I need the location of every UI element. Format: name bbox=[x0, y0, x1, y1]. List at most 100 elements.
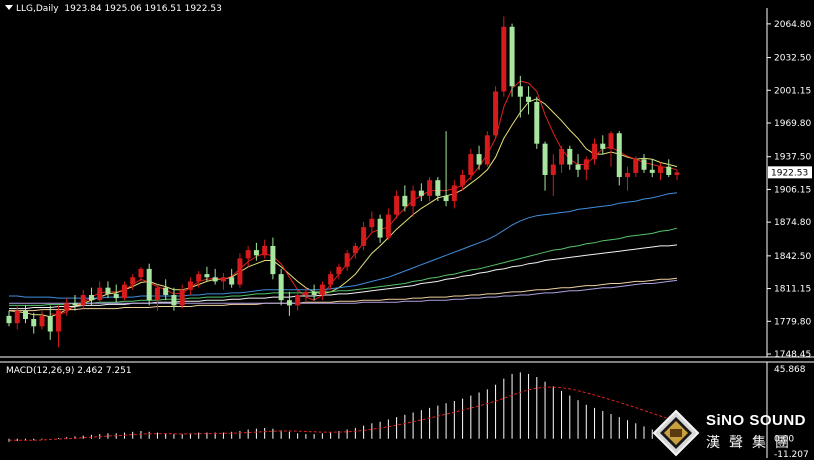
candle-body[interactable] bbox=[229, 277, 235, 285]
price-tick-label: 1842.50 bbox=[774, 252, 811, 262]
candle-body[interactable] bbox=[72, 303, 78, 306]
candle-body[interactable] bbox=[295, 294, 301, 306]
candle-body[interactable] bbox=[47, 315, 53, 332]
candle-body[interactable] bbox=[22, 310, 28, 319]
candle-body[interactable] bbox=[600, 143, 606, 149]
candle-body[interactable] bbox=[311, 291, 317, 295]
candle-body[interactable] bbox=[592, 143, 598, 160]
candle-body[interactable] bbox=[154, 287, 160, 301]
candle-body[interactable] bbox=[517, 86, 523, 97]
candle-body[interactable] bbox=[39, 315, 45, 327]
candle-body[interactable] bbox=[55, 310, 61, 332]
candle-body[interactable] bbox=[633, 159, 639, 173]
candle-body[interactable] bbox=[534, 101, 540, 144]
candle-body[interactable] bbox=[394, 195, 400, 215]
candle-body[interactable] bbox=[328, 274, 334, 285]
candle-body[interactable] bbox=[559, 148, 565, 165]
candle-body[interactable] bbox=[402, 195, 408, 207]
price-tick-label: 2064.80 bbox=[774, 20, 811, 30]
candle-body[interactable] bbox=[460, 174, 466, 186]
candle-body[interactable] bbox=[641, 159, 647, 170]
candle-body[interactable] bbox=[509, 26, 515, 87]
candle-body[interactable] bbox=[666, 166, 672, 175]
candle-body[interactable] bbox=[427, 180, 433, 196]
candle-body[interactable] bbox=[583, 159, 589, 170]
candle-body[interactable] bbox=[418, 190, 424, 196]
candle-body[interactable] bbox=[237, 258, 243, 285]
macd-tick-label: 45.868 bbox=[774, 365, 806, 375]
price-tick-label: 1748.45 bbox=[774, 350, 811, 360]
candle-body[interactable] bbox=[245, 250, 251, 259]
candle-body[interactable] bbox=[501, 26, 507, 92]
candle-body[interactable] bbox=[121, 284, 127, 299]
candle-body[interactable] bbox=[113, 293, 119, 299]
candle-body[interactable] bbox=[88, 294, 94, 301]
candle-body[interactable] bbox=[146, 268, 152, 301]
candle-body[interactable] bbox=[468, 154, 474, 175]
price-tick-label: 1969.80 bbox=[774, 119, 811, 129]
candle-body[interactable] bbox=[212, 277, 218, 282]
candle-body[interactable] bbox=[187, 281, 193, 290]
watermark-brand: SiNO SOUND bbox=[706, 412, 807, 429]
candle-body[interactable] bbox=[361, 227, 367, 246]
symbol-label: LLG,Daily bbox=[16, 4, 59, 14]
candle-body[interactable] bbox=[278, 274, 284, 301]
price-tick-label: 2001.15 bbox=[774, 86, 811, 96]
candle-body[interactable] bbox=[550, 164, 556, 175]
candle-body[interactable] bbox=[336, 266, 342, 275]
candle-body[interactable] bbox=[163, 287, 169, 295]
watermark: SiNO SOUND 漢聲集團 bbox=[648, 406, 814, 460]
candle-body[interactable] bbox=[658, 166, 664, 173]
candle-body[interactable] bbox=[608, 133, 614, 149]
candle-body[interactable] bbox=[616, 133, 622, 178]
candle-body[interactable] bbox=[344, 253, 350, 267]
candle-body[interactable] bbox=[410, 190, 416, 207]
candle-body[interactable] bbox=[435, 180, 441, 196]
candle-body[interactable] bbox=[377, 218, 383, 238]
candle-body[interactable] bbox=[352, 245, 358, 254]
collapse-triangle-icon[interactable] bbox=[5, 5, 13, 10]
candle-body[interactable] bbox=[196, 274, 202, 282]
current-price-label: 1922.53 bbox=[771, 168, 808, 178]
candle-body[interactable] bbox=[130, 277, 136, 285]
candle-body[interactable] bbox=[105, 287, 111, 294]
price-tick-label: 1906.15 bbox=[774, 185, 811, 195]
candle-body[interactable] bbox=[171, 294, 177, 306]
candle-body[interactable] bbox=[138, 268, 144, 278]
candle-body[interactable] bbox=[649, 169, 655, 173]
candle-body[interactable] bbox=[451, 185, 457, 202]
candle-body[interactable] bbox=[625, 172, 631, 178]
candle-body[interactable] bbox=[204, 274, 210, 278]
candle-body[interactable] bbox=[542, 143, 548, 175]
candle-body[interactable] bbox=[31, 318, 37, 327]
candle-body[interactable] bbox=[526, 96, 532, 102]
candle-body[interactable] bbox=[303, 291, 309, 295]
candle-body[interactable] bbox=[443, 195, 449, 202]
candle-body[interactable] bbox=[64, 303, 70, 311]
candle-body[interactable] bbox=[484, 135, 490, 165]
candle-body[interactable] bbox=[286, 300, 292, 306]
candle-body[interactable] bbox=[476, 154, 482, 165]
candle-body[interactable] bbox=[567, 148, 573, 165]
candle-body[interactable] bbox=[14, 310, 20, 324]
candle-body[interactable] bbox=[262, 245, 268, 256]
candle-body[interactable] bbox=[369, 218, 375, 228]
price-tick-label: 1874.80 bbox=[774, 218, 811, 228]
candle-body[interactable] bbox=[674, 172, 680, 175]
trading-chart[interactable]: 2064.80 2032.50 2001.15 1969.80 1937.50 1906.… bbox=[0, 0, 814, 460]
candle-body[interactable] bbox=[319, 284, 325, 295]
candle-body[interactable] bbox=[270, 245, 276, 275]
candle-body[interactable] bbox=[97, 287, 103, 301]
ohlc-values: 1923.84 1925.06 1916.51 1922.53 bbox=[64, 4, 222, 14]
candle-body[interactable] bbox=[220, 277, 226, 282]
candle-body[interactable] bbox=[179, 289, 185, 306]
candle-body[interactable] bbox=[575, 164, 581, 170]
price-tick-label: 1779.80 bbox=[774, 317, 811, 327]
candle-body[interactable] bbox=[253, 250, 259, 256]
candle-body[interactable] bbox=[6, 315, 12, 324]
candle-body[interactable] bbox=[385, 214, 391, 238]
candle-body[interactable] bbox=[493, 91, 499, 136]
candle-body[interactable] bbox=[80, 294, 86, 306]
price-tick-label: 1937.50 bbox=[774, 153, 811, 163]
chart-header: LLG,Daily 1923.84 1925.06 1916.51 1922.5… bbox=[5, 4, 222, 14]
